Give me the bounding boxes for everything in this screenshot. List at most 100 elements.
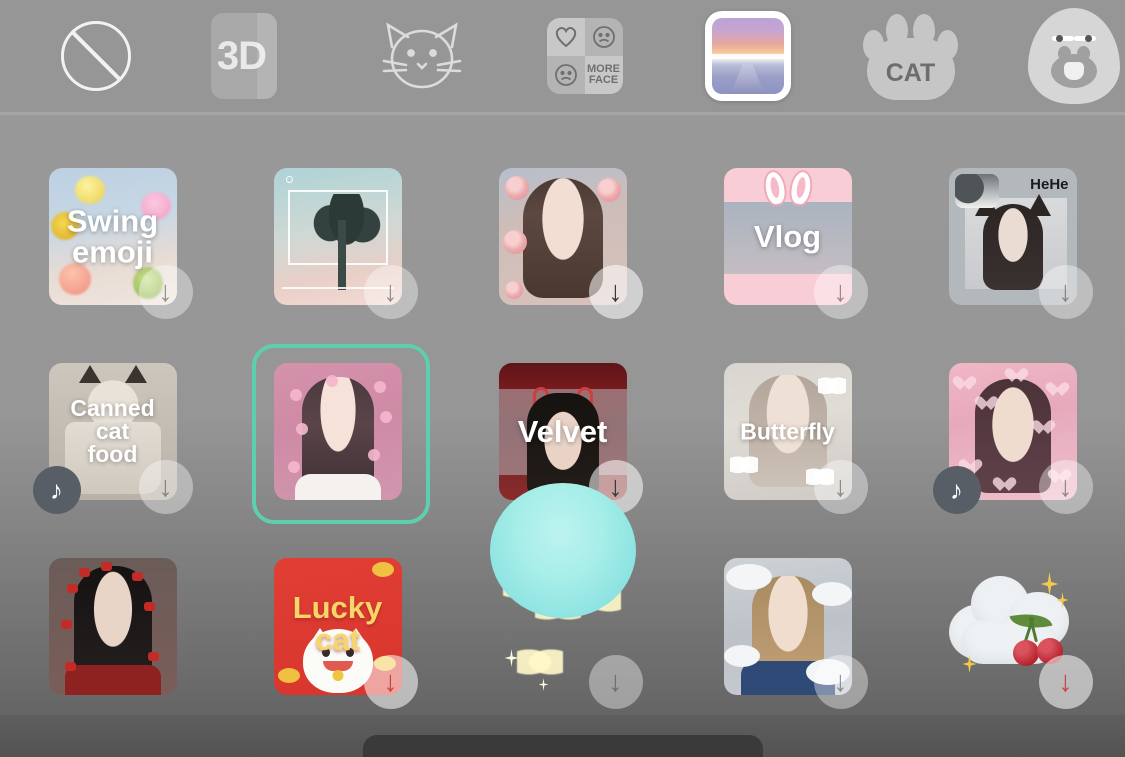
download-badge[interactable]: ↓	[363, 265, 418, 319]
art-petal	[379, 411, 392, 423]
download-icon: ↓	[833, 665, 848, 698]
grid-cell: Canned cat food ♪ ↓	[0, 363, 225, 558]
download-badge[interactable]: ↓	[813, 460, 868, 514]
category-item-funny-face[interactable]	[992, 6, 1125, 106]
download-badge[interactable]: ↓	[588, 265, 643, 319]
category-item-3d[interactable]: 3D	[177, 6, 340, 106]
filter-tile-lucky-cat[interactable]: Lucky cat ↓	[273, 558, 418, 709]
category-item-cat-paw[interactable]: CAT	[829, 6, 992, 106]
filter-tile-hehe-cat[interactable]: HeHe ↓	[948, 168, 1093, 319]
grid-cell: Swing emoji ↓	[0, 168, 225, 363]
category-item-cat[interactable]	[340, 6, 503, 106]
gallery-horizon	[711, 54, 784, 60]
music-badge[interactable]: ♪	[932, 466, 981, 514]
more-face-label-line2: FACE	[588, 74, 619, 86]
category-bar[interactable]: 3D MORE FACE CAT	[0, 0, 1125, 112]
art-heart	[1036, 421, 1051, 435]
filter-grid: Swing emoji ↓ ↓ ↓ Vlog ↓ HeHe ↓ Canned c…	[0, 118, 1125, 718]
download-badge[interactable]: ↓	[813, 655, 868, 709]
art-petal-red	[64, 662, 76, 671]
art-petal	[289, 389, 302, 401]
category-divider	[0, 112, 1125, 115]
art-sparkle	[603, 564, 615, 579]
download-badge[interactable]: ↓	[588, 655, 643, 709]
art-hehe-text: HeHe	[1030, 176, 1069, 193]
download-icon: ↓	[833, 470, 848, 503]
art-petal-red	[78, 568, 90, 577]
tile-art	[273, 363, 402, 500]
filter-tile-velvet[interactable]: Velvet ↓	[498, 363, 643, 514]
filter-tile-pink-hearts[interactable]: ♪ ↓	[932, 363, 1093, 514]
art-butterfly	[729, 456, 758, 478]
gallery-icon	[704, 11, 791, 101]
art-rose	[504, 281, 523, 299]
download-badge[interactable]: ↓	[363, 655, 418, 709]
download-icon: ↓	[158, 470, 173, 503]
cat-paw-icon: CAT	[853, 10, 969, 102]
art-heart	[997, 478, 1012, 492]
gallery-pier	[730, 63, 765, 94]
category-item-gallery[interactable]	[666, 6, 829, 106]
grid-cell: ↓	[450, 168, 675, 363]
art-heart	[979, 397, 994, 411]
category-item-more-face[interactable]: MORE FACE	[503, 6, 666, 106]
download-badge[interactable]: ↓	[588, 460, 643, 514]
filter-tile-palm-frame[interactable]: ↓	[273, 168, 418, 319]
art-petal	[325, 375, 338, 387]
filter-tile-gold-butterflies[interactable]: ↓	[499, 558, 643, 709]
mf-face-cell-2	[546, 56, 585, 94]
filter-tile-butterfly[interactable]: Butterfly ↓	[723, 363, 868, 514]
download-badge[interactable]: ↓	[138, 265, 193, 319]
filter-tile-cherry-cloud[interactable]: ↓	[948, 558, 1093, 709]
download-icon: ↓	[608, 470, 623, 503]
filter-tile-red-petals[interactable]	[48, 558, 177, 695]
grid-cell: Vlog ↓	[675, 168, 900, 363]
art-petal-red	[143, 602, 155, 611]
art-butterfly-gold	[574, 584, 621, 618]
download-badge[interactable]: ↓	[813, 265, 868, 319]
download-badge[interactable]: ↓	[1038, 655, 1093, 709]
art-eye-right	[345, 648, 354, 657]
art-cloud	[725, 564, 772, 590]
download-badge[interactable]: ↓	[138, 460, 193, 514]
ff-tooth	[1063, 62, 1084, 80]
more-face-icon: MORE FACE	[546, 18, 623, 94]
art-petal	[287, 461, 300, 473]
ff-dot-left	[1055, 35, 1063, 42]
download-icon: ↓	[1058, 470, 1073, 503]
home-indicator[interactable]	[362, 735, 763, 757]
art-bell	[332, 670, 343, 681]
art-rose	[502, 230, 527, 254]
music-note-icon: ♪	[50, 475, 63, 505]
download-icon: ↓	[608, 665, 623, 698]
art-heart	[957, 377, 972, 391]
ff-dot-right	[1084, 35, 1092, 42]
download-badge[interactable]: ↓	[1038, 460, 1093, 514]
filter-tile-vlog[interactable]: Vlog ↓	[723, 168, 868, 319]
art-face	[526, 393, 599, 497]
filter-tile-canned-cat-food[interactable]: Canned cat food ♪ ↓	[32, 363, 193, 514]
filter-picker-screen: 3D MORE FACE CAT Swing emoji ↓ ↓ ↓ Vlog …	[0, 0, 1125, 757]
music-badge[interactable]: ♪	[32, 466, 81, 514]
download-badge[interactable]: ↓	[1038, 265, 1093, 319]
download-icon: ↓	[1058, 665, 1073, 698]
art-avatar-dot	[285, 176, 293, 183]
filter-tile-sakura-girl[interactable]	[251, 344, 430, 524]
art-face	[982, 204, 1043, 290]
filter-tile-cloud-girl[interactable]: ↓	[723, 558, 868, 709]
art-coin	[371, 562, 394, 577]
grid-cell: ↓	[225, 168, 450, 363]
art-coin	[277, 668, 300, 683]
art-cat-photo	[954, 174, 999, 208]
filter-tile-swing-emoji[interactable]: Swing emoji ↓	[48, 168, 193, 319]
art-petal-red	[66, 584, 78, 593]
art-heart	[1009, 369, 1024, 383]
art-butterfly	[817, 377, 846, 399]
filter-tile-rose[interactable]: ↓	[498, 168, 643, 319]
art-petal	[367, 449, 380, 461]
music-note-icon: ♪	[950, 475, 963, 505]
category-item-none[interactable]	[14, 6, 177, 106]
art-petal	[295, 423, 308, 435]
art-cloud	[723, 645, 760, 667]
grid-cell	[225, 344, 450, 558]
